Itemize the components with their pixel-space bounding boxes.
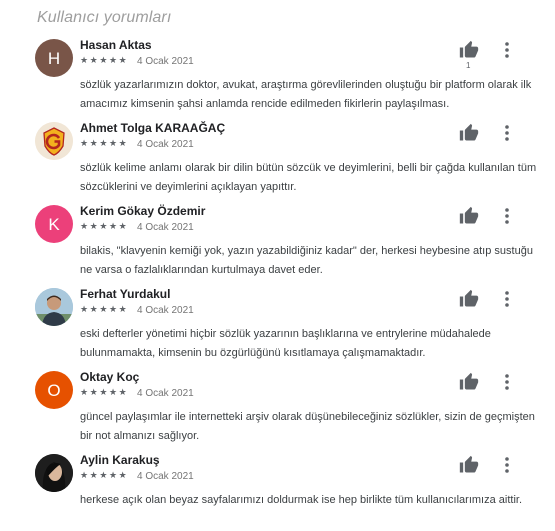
avatar[interactable]: H xyxy=(35,39,73,77)
review-date: 4 Ocak 2021 xyxy=(137,471,194,482)
reviewer-name: Kerim Gökay Özdemir xyxy=(80,204,206,218)
thumb-up-icon[interactable] xyxy=(459,206,479,226)
review-text: güncel paylaşımlar ile internetteki arşi… xyxy=(80,411,535,442)
review-text: sözlük kelime anlamı olarak bir dilin bü… xyxy=(80,162,537,193)
avatar-letter: O xyxy=(47,380,61,400)
star-rating: ★★★★★ xyxy=(80,55,129,65)
star-rating: ★★★★★ xyxy=(80,221,129,231)
star-rating: ★★★★★ xyxy=(80,470,129,480)
review-text: sözlük yazarlarımızın doktor, avukat, ar… xyxy=(80,79,532,110)
review-date: 4 Ocak 2021 xyxy=(137,139,194,150)
thumb-up-icon[interactable] xyxy=(459,372,479,392)
review-item: Ahmet Tolga KARAAĞAÇ ★★★★★ 4 Ocak 2021 s… xyxy=(0,116,555,199)
helpful-count: 1 xyxy=(466,61,471,70)
avatar[interactable]: O xyxy=(35,371,73,409)
avatar-letter: K xyxy=(48,214,60,234)
reviewer-name: Ahmet Tolga KARAAĞAÇ xyxy=(80,121,226,135)
more-vert-icon[interactable] xyxy=(501,206,513,226)
review-date: 4 Ocak 2021 xyxy=(137,56,194,67)
avatar-letter: H xyxy=(47,48,61,68)
avatar[interactable]: K xyxy=(35,205,73,243)
galatasaray-logo-icon[interactable] xyxy=(35,122,73,160)
thumb-up-icon[interactable] xyxy=(459,455,479,475)
reviewer-name: Ferhat Yurdakul xyxy=(80,287,171,301)
user-photo-icon[interactable] xyxy=(35,288,73,326)
more-vert-icon[interactable] xyxy=(501,123,513,143)
thumb-up-icon[interactable] xyxy=(459,123,479,143)
reviewer-name: Oktay Koç xyxy=(80,370,140,384)
more-vert-icon[interactable] xyxy=(501,455,513,475)
review-text: herkese açık olan beyaz sayfalarımızı do… xyxy=(80,494,523,506)
star-rating: ★★★★★ xyxy=(80,138,129,148)
more-vert-icon[interactable] xyxy=(501,40,513,60)
review-text: bilakis, "klavyenin kemiği yok, yazın ya… xyxy=(80,245,533,276)
review-date: 4 Ocak 2021 xyxy=(137,222,194,233)
review-item: H Hasan Aktas ★★★★★ 4 Ocak 2021 sözlük y… xyxy=(0,33,555,116)
user-photo-icon[interactable] xyxy=(35,454,73,492)
thumb-up-icon[interactable] xyxy=(459,40,479,60)
review-item: Aylin Karakuş ★★★★★ 4 Ocak 2021 herkese … xyxy=(0,448,555,531)
thumb-up-icon[interactable] xyxy=(459,289,479,309)
review-text: eski defterler yönetimi hiçbir sözlük ya… xyxy=(80,328,491,359)
review-date: 4 Ocak 2021 xyxy=(137,388,194,399)
review-item: O Oktay Koç ★★★★★ 4 Ocak 2021 güncel pay… xyxy=(0,365,555,448)
review-date: 4 Ocak 2021 xyxy=(137,305,194,316)
more-vert-icon[interactable] xyxy=(501,289,513,309)
section-title: Kullanıcı yorumları xyxy=(37,9,172,26)
review-item: Ferhat Yurdakul ★★★★★ 4 Ocak 2021 eski d… xyxy=(0,282,555,365)
more-vert-icon[interactable] xyxy=(501,372,513,392)
star-rating: ★★★★★ xyxy=(80,304,129,314)
reviewer-name: Aylin Karakuş xyxy=(80,453,160,467)
review-item: K Kerim Gökay Özdemir ★★★★★ 4 Ocak 2021 … xyxy=(0,199,555,282)
star-rating: ★★★★★ xyxy=(80,387,129,397)
reviewer-name: Hasan Aktas xyxy=(80,38,152,52)
